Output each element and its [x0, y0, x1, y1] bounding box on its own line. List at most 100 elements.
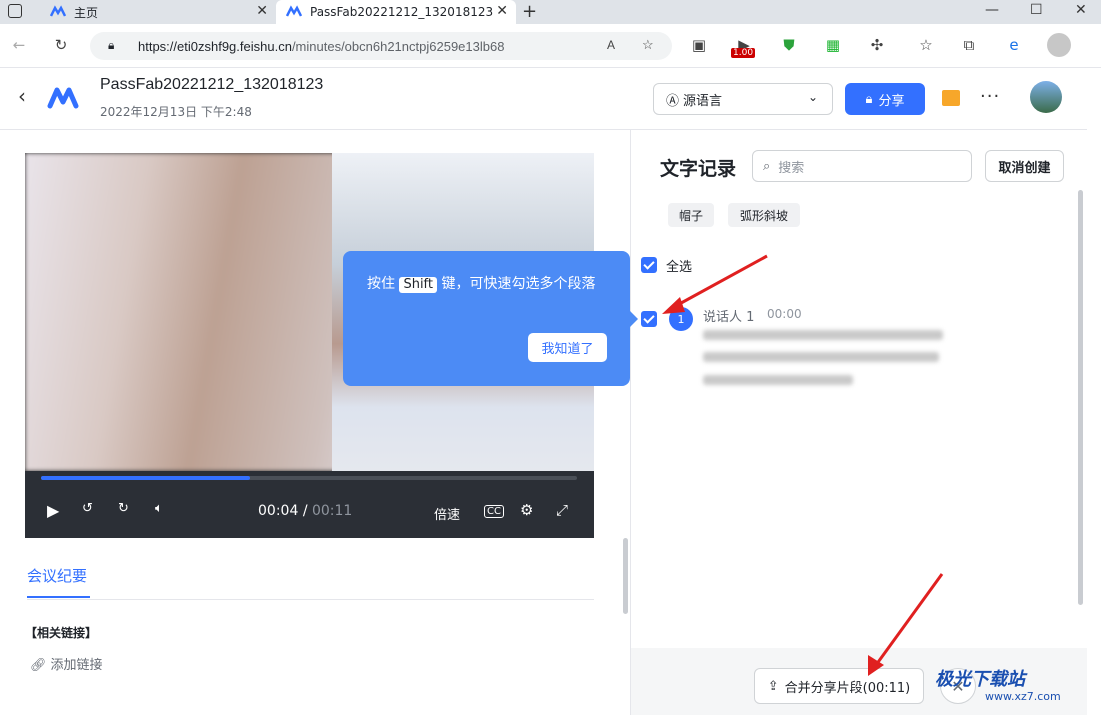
- url-host: https://eti0zshf9g.feishu.cn: [138, 38, 292, 54]
- cancel-create-button[interactable]: 取消创建: [985, 150, 1064, 182]
- extension-badge-icon[interactable]: 1.00 ▶: [731, 34, 756, 58]
- language-select-value: 源语言: [683, 93, 723, 109]
- time-separator: /: [302, 503, 308, 519]
- new-tab-icon[interactable]: +: [522, 0, 537, 24]
- profile-icon[interactable]: [1047, 33, 1071, 57]
- merge-share-button[interactable]: ⇪ 合并分享片段(00:11): [754, 668, 924, 704]
- merge-label: 合并分享片段(00:11): [784, 680, 911, 696]
- related-links-heading: 【相关链接】: [25, 626, 98, 640]
- tab-label: 主页: [74, 5, 99, 20]
- add-link-label: 添加链接: [50, 658, 103, 673]
- minimize-icon[interactable]: —: [985, 0, 999, 20]
- extension-badge: 1.00: [731, 48, 756, 58]
- tooltip-text: 按住 Shift 键，可快速勾选多个段落: [367, 275, 607, 293]
- back-arrow-icon[interactable]: ‹: [18, 84, 26, 108]
- search-icon: ⌕: [763, 158, 771, 174]
- fullscreen-icon[interactable]: ⤢: [556, 501, 568, 519]
- time-total: 00:11: [311, 503, 353, 519]
- share-label: 分享: [878, 93, 905, 109]
- speaker-index: 1: [677, 312, 685, 326]
- presentation-icon[interactable]: [942, 90, 960, 106]
- select-all-label: 全选: [666, 260, 693, 275]
- speaker-avatar: 1: [669, 307, 693, 331]
- link-icon: 🔗︎: [30, 658, 47, 673]
- keyword-tag[interactable]: 帽子: [668, 203, 714, 227]
- feishu-logo-icon: [50, 5, 66, 17]
- progress-fill: [41, 476, 251, 480]
- url-path: /minutes/obcn6h21nctpj6259e13lb68: [291, 38, 505, 54]
- add-favorite-icon[interactable]: ☆: [642, 37, 654, 53]
- language-select[interactable]: Ⓐ 源语言 ⌄: [653, 83, 833, 115]
- tooltip-text-after: 键，可快速勾选多个段落: [441, 276, 596, 292]
- address-bar-row: ← ↻ 🔒︎ https://eti0zshf9g.feishu.cn/minu…: [0, 24, 1101, 68]
- transcript-text-line: [703, 330, 943, 340]
- keyword-tag[interactable]: 弧形斜坡: [728, 203, 800, 227]
- tab-active-underline: [27, 596, 90, 598]
- speaker-time[interactable]: 00:00: [767, 307, 802, 321]
- browser-tab-bar: 主页 ✕ PassFab20221212_132018123 ✕ + — ☐ ✕: [0, 0, 1101, 24]
- play-icon[interactable]: ▶: [47, 501, 59, 520]
- app-header: ‹ PassFab20221212_132018123 2022年12月13日 …: [0, 68, 1087, 130]
- page-title: PassFab20221212_132018123: [100, 76, 324, 93]
- add-link-button[interactable]: 🔗︎ 添加链接: [30, 654, 103, 673]
- got-it-button[interactable]: 我知道了: [528, 333, 607, 362]
- share-button[interactable]: 🔒︎ 分享: [845, 83, 925, 115]
- transcript-text-line: [703, 375, 853, 385]
- divider: [27, 599, 594, 600]
- search-input[interactable]: ⌕ 搜索: [752, 150, 972, 182]
- extensions-puzzle-icon[interactable]: ✣: [866, 34, 888, 56]
- tab-actions-icon[interactable]: [8, 4, 22, 18]
- share-upload-icon: ⇪: [767, 678, 779, 694]
- transcript-text-line: [703, 352, 939, 362]
- extension-green-icon[interactable]: ▦: [822, 34, 844, 56]
- rewind-15-icon[interactable]: ↺: [82, 501, 93, 516]
- time-current: 00:04: [258, 503, 299, 519]
- shift-tip-tooltip: 按住 Shift 键，可快速勾选多个段落 我知道了: [343, 251, 638, 386]
- url-field[interactable]: 🔒︎ https://eti0zshf9g.feishu.cn/minutes/…: [90, 32, 672, 60]
- page-date: 2022年12月13日 下午2:48: [100, 105, 252, 119]
- timecode: 00:04 / 00:11: [258, 503, 352, 519]
- collections-icon[interactable]: ⧉: [958, 34, 980, 56]
- close-window-icon[interactable]: ✕: [1075, 0, 1087, 20]
- translate-icon: Ⓐ: [666, 93, 680, 109]
- right-scrollbar[interactable]: [1078, 190, 1083, 605]
- watermark-url: www.xz7.com: [985, 690, 1061, 703]
- maximize-icon[interactable]: ☐: [1030, 0, 1043, 20]
- shift-key-badge: Shift: [399, 277, 438, 293]
- avatar[interactable]: [1030, 81, 1062, 113]
- select-all-checkbox[interactable]: [641, 257, 657, 273]
- refresh-icon[interactable]: ↻: [50, 34, 72, 56]
- player-controls: ▶ ↺ ↻ 🔈︎ 00:04 / 00:11 倍速 CC ⚙ ⤢: [25, 471, 594, 538]
- tab-active[interactable]: PassFab20221212_132018123 ✕: [276, 0, 516, 24]
- read-aloud-icon[interactable]: A: [607, 38, 615, 52]
- speed-button[interactable]: 倍速: [434, 504, 460, 523]
- transcript-title: 文字记录: [660, 158, 737, 180]
- close-tab-icon[interactable]: ✕: [256, 3, 268, 19]
- captions-icon[interactable]: CC: [484, 505, 504, 518]
- paragraph-checkbox[interactable]: [641, 311, 657, 327]
- forward-15-icon[interactable]: ↻: [118, 501, 129, 516]
- left-scrollbar[interactable]: [623, 538, 628, 614]
- tab-summary[interactable]: 会议纪要: [27, 565, 87, 586]
- chevron-down-icon: ⌄: [807, 90, 818, 104]
- settings-icon[interactable]: ⚙: [520, 501, 533, 519]
- tooltip-text-before: 按住: [367, 276, 395, 292]
- tab-label: PassFab20221212_132018123: [310, 5, 494, 19]
- extension-icon[interactable]: ▣: [688, 34, 710, 56]
- favorites-icon[interactable]: ☆: [915, 34, 937, 56]
- tab-home[interactable]: 主页 ✕: [40, 0, 276, 24]
- back-icon[interactable]: ←: [8, 34, 30, 56]
- minutes-logo-icon: [47, 87, 79, 109]
- more-icon[interactable]: ···: [980, 86, 1000, 107]
- close-tab-icon[interactable]: ✕: [496, 3, 508, 19]
- lock-icon: 🔒︎: [108, 38, 115, 52]
- watermark-logo: 极光下载站: [935, 669, 1025, 690]
- progress-bar[interactable]: [41, 476, 577, 480]
- shield-icon[interactable]: ⛊: [778, 34, 800, 56]
- edge-icon[interactable]: e: [1003, 34, 1025, 56]
- lock-icon: 🔒︎: [865, 91, 873, 107]
- volume-icon[interactable]: 🔈︎: [155, 501, 163, 516]
- search-placeholder: 搜索: [778, 160, 805, 176]
- transcript-panel: 文字记录 ⌕ 搜索 取消创建 帽子 弧形斜坡 全选 1 说话人 1 00:00 …: [630, 130, 1087, 715]
- speaker-name: 说话人 1: [703, 310, 755, 325]
